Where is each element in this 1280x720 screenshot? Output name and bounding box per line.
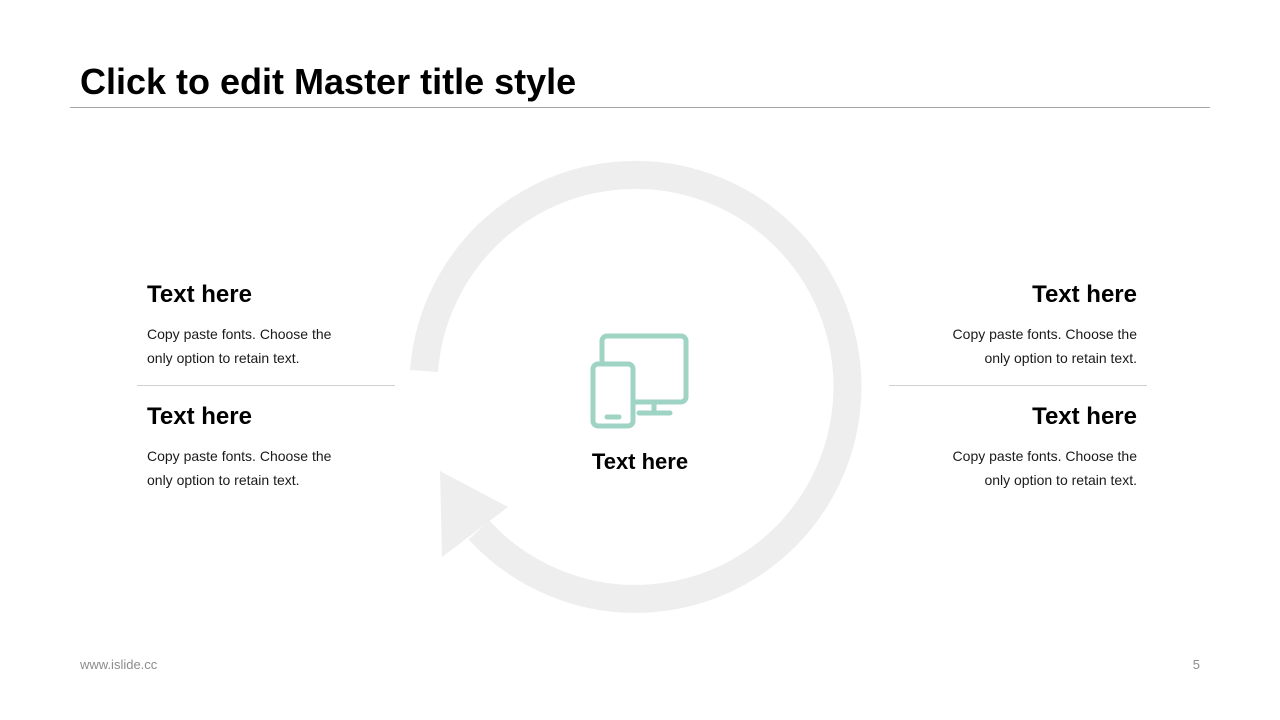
block-body: Copy paste fonts. Choose the only option…	[952, 326, 1137, 366]
block-heading: Text here	[147, 403, 252, 430]
block-heading: Text here	[147, 281, 252, 308]
text-block-bottom-left: Text here Copy paste fonts. Choose the o…	[147, 402, 377, 492]
text-block-top-right: Text here Copy paste fonts. Choose the o…	[907, 280, 1137, 370]
block-body: Copy paste fonts. Choose the only option…	[147, 448, 332, 488]
block-heading: Text here	[1032, 281, 1137, 308]
block-body: Copy paste fonts. Choose the only option…	[952, 448, 1137, 488]
footer-url: www.islide.cc	[80, 657, 158, 672]
left-divider	[137, 385, 395, 386]
block-body: Copy paste fonts. Choose the only option…	[147, 326, 332, 366]
block-heading: Text here	[1032, 403, 1137, 430]
text-block-top-left: Text here Copy paste fonts. Choose the o…	[147, 280, 377, 370]
text-block-bottom-right: Text here Copy paste fonts. Choose the o…	[907, 402, 1137, 492]
page-number: 5	[1192, 657, 1200, 672]
devices-icon	[590, 333, 689, 429]
right-divider	[889, 385, 1147, 386]
center-label: Text here	[591, 449, 689, 474]
